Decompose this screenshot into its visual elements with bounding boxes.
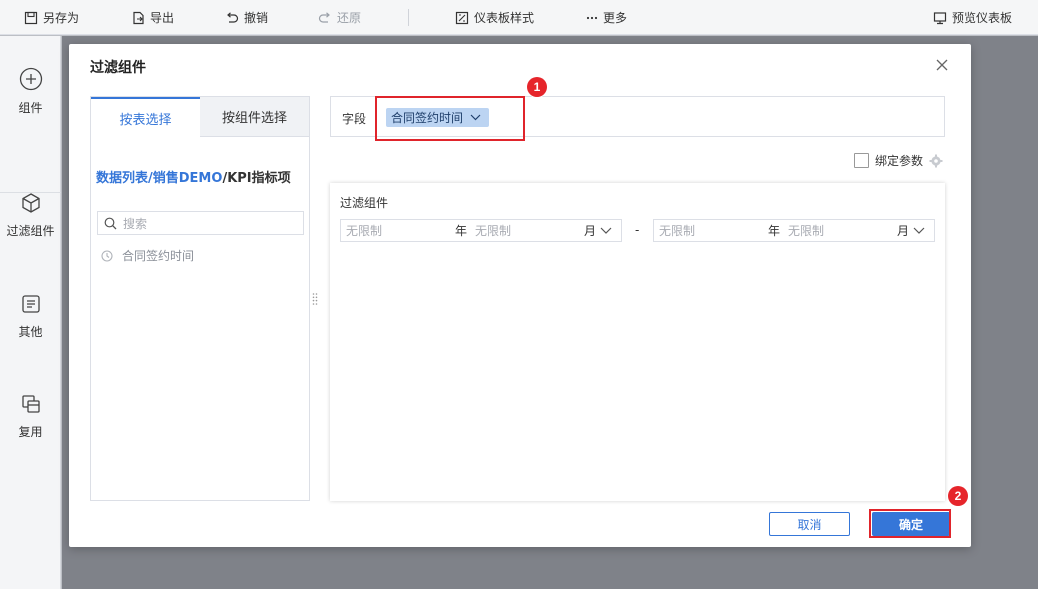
monitor-icon xyxy=(933,11,947,25)
redo-icon xyxy=(318,11,332,25)
start-year-month-picker[interactable]: 无限制 年 无限制 月 xyxy=(340,219,622,242)
save-as-label: 另存为 xyxy=(43,11,80,25)
export-icon xyxy=(131,11,145,25)
chevron-down-icon[interactable] xyxy=(913,227,925,234)
toolbar-divider xyxy=(408,9,409,26)
field-label: 字段 xyxy=(342,112,367,126)
field-item-label: 合同签约时间 xyxy=(122,249,195,263)
undo-label: 撤销 xyxy=(244,11,269,25)
plus-circle-icon xyxy=(19,67,43,91)
gear-icon[interactable] xyxy=(929,154,943,168)
end-month-input[interactable]: 无限制 xyxy=(788,222,897,239)
end-year-month-picker[interactable]: 无限制 年 无限制 月 xyxy=(653,219,935,242)
dashboard-style-label: 仪表板样式 xyxy=(474,11,535,25)
sidebar-item-label: 组件 xyxy=(18,101,43,115)
filter-preview-panel: 过滤组件 无限制 年 无限制 月 - 无限制 年 无限制 月 xyxy=(330,183,945,501)
more-dots-icon xyxy=(586,16,598,20)
undo-icon xyxy=(225,11,239,25)
panel-resize-handle[interactable] xyxy=(312,292,318,306)
left-sidebar: 组件 过滤组件 其他 复用 xyxy=(0,36,61,589)
start-month-input[interactable]: 无限制 xyxy=(475,222,584,239)
export-label: 导出 xyxy=(150,11,175,25)
text-box-icon xyxy=(20,293,42,315)
style-icon xyxy=(455,11,469,25)
tab-by-table[interactable]: 按表选择 xyxy=(91,97,200,137)
step-badge-2: 2 xyxy=(948,486,968,506)
preview-dashboard-button[interactable]: 预览仪表板 xyxy=(933,0,1012,35)
preview-title: 过滤组件 xyxy=(340,196,389,210)
sidebar-item-label: 其他 xyxy=(18,325,43,339)
list-item-field[interactable]: 合同签约时间 xyxy=(101,247,194,264)
breadcrumb-sales-demo[interactable]: 销售DEMO xyxy=(153,171,223,186)
field-source-panel: 按表选择 按组件选择 数据列表/销售DEMO/KPI指标项 搜索 合同签约时间 xyxy=(90,96,310,501)
breadcrumb-kpi-table: KPI指标项 xyxy=(227,171,291,186)
end-year-input[interactable]: 无限制 xyxy=(659,222,768,239)
chevron-down-icon[interactable] xyxy=(600,227,612,234)
close-icon[interactable] xyxy=(935,58,949,72)
cancel-button[interactable]: 取消 xyxy=(769,512,850,536)
bind-parameter-option[interactable]: 绑定参数 xyxy=(854,152,943,169)
breadcrumb-data-list[interactable]: 数据列表 xyxy=(96,171,148,186)
save-as-button[interactable]: 另存为 xyxy=(24,0,79,35)
step-badge-1: 1 xyxy=(527,77,547,97)
more-button[interactable]: 更多 xyxy=(586,0,627,35)
cube-icon xyxy=(20,192,42,214)
dialog-title: 过滤组件 xyxy=(90,60,146,76)
search-placeholder: 搜索 xyxy=(123,216,148,231)
sidebar-item-label: 过滤组件 xyxy=(6,224,55,238)
filter-component-dialog: 过滤组件 按表选择 按组件选择 数据列表/销售DEMO/KPI指标项 搜索 合同… xyxy=(69,44,971,547)
redo-button[interactable]: 还原 xyxy=(318,0,361,35)
start-month-unit: 月 xyxy=(584,224,597,238)
export-button[interactable]: 导出 xyxy=(131,0,174,35)
sidebar-item-other[interactable]: 其他 xyxy=(0,293,61,340)
range-separator: - xyxy=(635,223,640,237)
more-label: 更多 xyxy=(603,11,628,25)
undo-button[interactable]: 撤销 xyxy=(225,0,268,35)
end-month-unit: 月 xyxy=(897,224,910,238)
end-year-unit: 年 xyxy=(768,224,781,238)
bind-parameter-checkbox[interactable] xyxy=(854,153,869,168)
save-icon xyxy=(24,11,38,25)
start-year-input[interactable]: 无限制 xyxy=(346,222,455,239)
tab-by-component[interactable]: 按组件选择 xyxy=(200,97,309,137)
sidebar-item-components[interactable]: 组件 xyxy=(0,67,61,116)
bind-parameter-label: 绑定参数 xyxy=(875,154,924,168)
highlight-box-confirm xyxy=(869,509,951,538)
preview-dashboard-label: 预览仪表板 xyxy=(952,11,1013,25)
start-year-unit: 年 xyxy=(455,224,468,238)
highlight-box-field xyxy=(375,96,525,141)
sidebar-item-label: 复用 xyxy=(18,425,43,439)
search-input[interactable]: 搜索 xyxy=(97,211,304,235)
redo-label: 还原 xyxy=(337,11,362,25)
dashboard-style-button[interactable]: 仪表板样式 xyxy=(455,0,534,35)
top-toolbar: 另存为 导出 撤销 还原 仪表板样式 更多 预览仪表板 xyxy=(0,0,1038,35)
sidebar-item-reuse[interactable]: 复用 xyxy=(0,393,61,440)
search-icon xyxy=(104,217,117,230)
clock-icon xyxy=(101,249,113,262)
breadcrumb: 数据列表/销售DEMO/KPI指标项 xyxy=(96,167,291,186)
stack-icon xyxy=(20,393,42,415)
sidebar-item-filter[interactable]: 过滤组件 xyxy=(0,192,61,239)
source-tabs: 按表选择 按组件选择 xyxy=(91,97,309,137)
